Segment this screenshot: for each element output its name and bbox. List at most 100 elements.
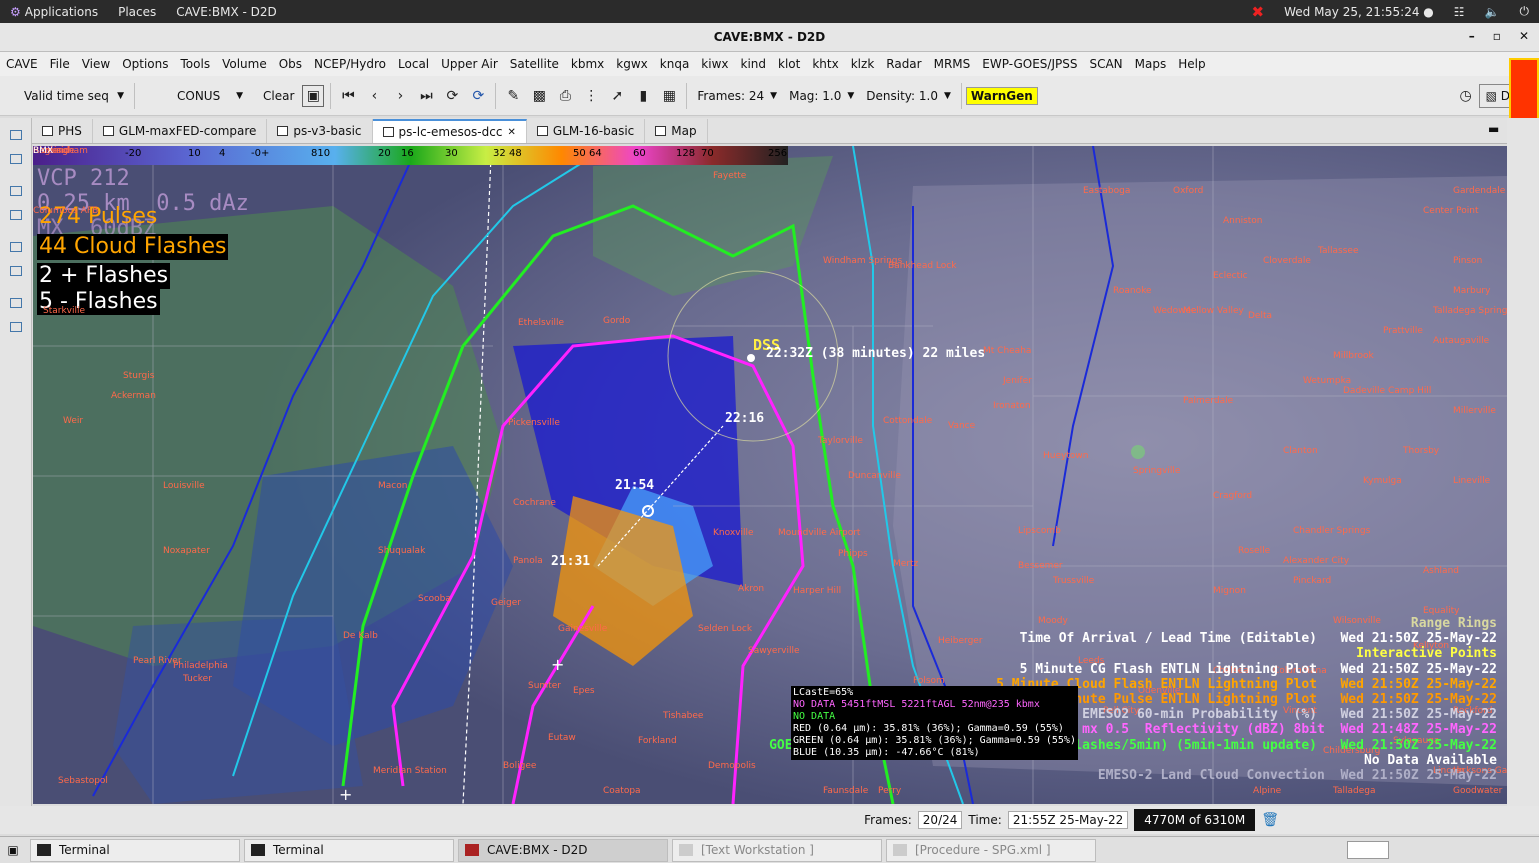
first-frame-icon[interactable]: ⏮ (337, 85, 359, 107)
volume-icon[interactable]: 🔈 (1475, 5, 1510, 19)
single-panel-icon[interactable]: ▮ (632, 85, 654, 107)
tab-ps-v3-basic[interactable]: ps-v3-basic (267, 119, 373, 143)
restore-view-icon[interactable] (9, 130, 22, 140)
tab-ps-lc-emesos-dcc[interactable]: ps-lc-emesos-dcc ✕ (372, 119, 527, 143)
panel-icon[interactable] (9, 210, 22, 220)
menu-kbmx[interactable]: kbmx (565, 57, 610, 71)
places-menu[interactable]: Places (108, 5, 166, 19)
menu-klzk[interactable]: klzk (845, 57, 881, 71)
four-panel-icon[interactable]: ▦ (658, 85, 680, 107)
tab-glm-maxfed-compare[interactable]: GLM-maxFED-compare (93, 119, 268, 143)
clear-button[interactable]: Clear (249, 82, 300, 110)
panel-icon[interactable] (9, 266, 22, 276)
restore-view-icon[interactable] (9, 242, 22, 252)
menu-khtx[interactable]: khtx (806, 57, 844, 71)
menu-tools[interactable]: Tools (175, 57, 217, 71)
menu-maps[interactable]: Maps (1129, 57, 1173, 71)
applications-menu[interactable]: ⚙ Applications (0, 5, 108, 19)
network-icon[interactable]: ☷ (1444, 5, 1475, 19)
menu-view[interactable]: View (76, 57, 116, 71)
legend-entry[interactable]: mx 0.5 Reflectivity (dBZ) 8bit Wed 21:48… (1082, 722, 1497, 737)
task-procedure[interactable]: [Procedure - SPG.xml ] (886, 838, 1096, 862)
pan-icon[interactable]: ➚ (606, 85, 628, 107)
print-icon[interactable]: ⎙ (554, 85, 576, 107)
menu-file[interactable]: File (44, 57, 76, 71)
close-button[interactable]: ✕ (1519, 29, 1529, 43)
next-frame-icon[interactable]: › (389, 85, 411, 107)
menu-upper-air[interactable]: Upper Air (435, 57, 504, 71)
menu-volume[interactable]: Volume (216, 57, 273, 71)
track-time-label[interactable]: 21:54 (615, 478, 654, 493)
last-frame-icon[interactable]: ⏭ (415, 85, 437, 107)
legend-entry[interactable]: Interactive Points (1356, 646, 1497, 661)
menu-cave[interactable]: CAVE (0, 57, 44, 71)
legend-entry[interactable]: No Data Available (1364, 753, 1497, 768)
legend-entry[interactable]: 5 Minute Pulse ENTLN Lightning Plot Wed … (1043, 692, 1497, 707)
menu-ncep-hydro[interactable]: NCEP/Hydro (308, 57, 392, 71)
place-label: Camp Hill (1388, 386, 1432, 396)
menu-kind[interactable]: kind (735, 57, 773, 71)
select-icon[interactable]: ✎ (502, 85, 524, 107)
scale-dropdown[interactable]: CONUS ▼ (139, 82, 249, 110)
restore-view-icon[interactable] (9, 186, 22, 196)
menu-satellite[interactable]: Satellite (504, 57, 565, 71)
clock[interactable]: Wed May 25, 21:55:24 ● (1274, 5, 1444, 19)
close-tab-icon[interactable]: ✕ (507, 127, 515, 138)
map-display[interactable]: + + -20 10 4 -0+ 810 20 16 30 32 48 50 64 60 128 70 256… (33, 146, 1507, 804)
points-icon[interactable]: ⋮ (580, 85, 602, 107)
legend-entry[interactable]: EMESO-2 Land Cloud Convection Wed 21:50Z… (1098, 768, 1497, 783)
arrival-label[interactable]: 22:32Z (38 minutes) 22 miles (766, 346, 985, 361)
image-properties-icon[interactable]: ▩ (528, 85, 550, 107)
task-cave[interactable]: CAVE:BMX - D2D (458, 838, 668, 862)
menu-local[interactable]: Local (392, 57, 435, 71)
mag-dropdown[interactable]: Mag: 1.0 ▼ (783, 82, 860, 110)
workspace-switcher[interactable] (1347, 841, 1389, 859)
menu-knqa[interactable]: knqa (654, 57, 696, 71)
menu-kgwx[interactable]: kgwx (610, 57, 653, 71)
valid-time-dropdown[interactable]: Valid time seq ▼ (0, 82, 130, 110)
show-desktop-icon[interactable]: ▣ (0, 843, 26, 857)
menu-klot[interactable]: klot (772, 57, 806, 71)
task-text-workstation[interactable]: [Text Workstation ] (672, 838, 882, 862)
previous-frame-icon[interactable]: ‹ (363, 85, 385, 107)
trash-icon[interactable]: 🗑 (1261, 812, 1279, 828)
colorbar-tick-label: 256 (768, 148, 788, 159)
density-dropdown[interactable]: Density: 1.0 ▼ (860, 82, 957, 110)
menu-kiwx[interactable]: kiwx (695, 57, 734, 71)
dss-point[interactable] (747, 354, 755, 362)
task-terminal-2[interactable]: Terminal (244, 838, 454, 862)
menu-options[interactable]: Options (116, 57, 174, 71)
menu-radar[interactable]: Radar (880, 57, 927, 71)
tab-map[interactable]: Map (645, 119, 708, 143)
panel-icon[interactable] (9, 322, 22, 332)
minimize-button[interactable]: – (1469, 29, 1475, 43)
minimize-tabs-icon[interactable]: ▬ (1488, 122, 1499, 136)
menu-help[interactable]: Help (1172, 57, 1211, 71)
track-time-label[interactable]: 22:16 (725, 411, 764, 426)
zoom-extent-icon[interactable]: ▣ (302, 84, 325, 107)
warngen-button[interactable]: WarnGen (965, 86, 1038, 105)
menu-scan[interactable]: SCAN (1083, 57, 1128, 71)
frames-dropdown[interactable]: Frames: 24 ▼ (691, 82, 783, 110)
place-label: Harper Hill (793, 586, 842, 596)
editor-icon (42, 126, 53, 136)
menu-mrms[interactable]: MRMS (928, 57, 977, 71)
legend-entry[interactable]: 5 Minute CG Flash ENTLN Lightning Plot W… (1020, 662, 1497, 677)
tab-glm-16-basic[interactable]: GLM-16-basic (527, 119, 646, 143)
perspective-icon[interactable]: ◷ (1455, 85, 1477, 107)
legend-entry[interactable]: Time Of Arrival / Lead Time (Editable) W… (1020, 631, 1497, 646)
task-terminal-1[interactable]: Terminal (30, 838, 240, 862)
alert-x-icon[interactable]: ✖ (1242, 3, 1275, 21)
panel-icon[interactable] (9, 154, 22, 164)
loop-icon[interactable]: ⟳ (441, 85, 463, 107)
legend-entry[interactable]: Range Rings (1411, 616, 1497, 631)
left-side-rail (0, 118, 32, 808)
power-icon[interactable]: ⏻ (1510, 4, 1539, 19)
menu-ewp-goes-jpss[interactable]: EWP-GOES/JPSS (976, 57, 1083, 71)
track-time-label[interactable]: 21:31 (551, 554, 590, 569)
restore-view-icon[interactable] (9, 298, 22, 308)
maximize-button[interactable]: ▫ (1493, 29, 1501, 43)
loop-properties-icon[interactable]: ⟳ (467, 85, 489, 107)
menu-obs[interactable]: Obs (273, 57, 308, 71)
tab-phs[interactable]: PHS (32, 119, 93, 143)
